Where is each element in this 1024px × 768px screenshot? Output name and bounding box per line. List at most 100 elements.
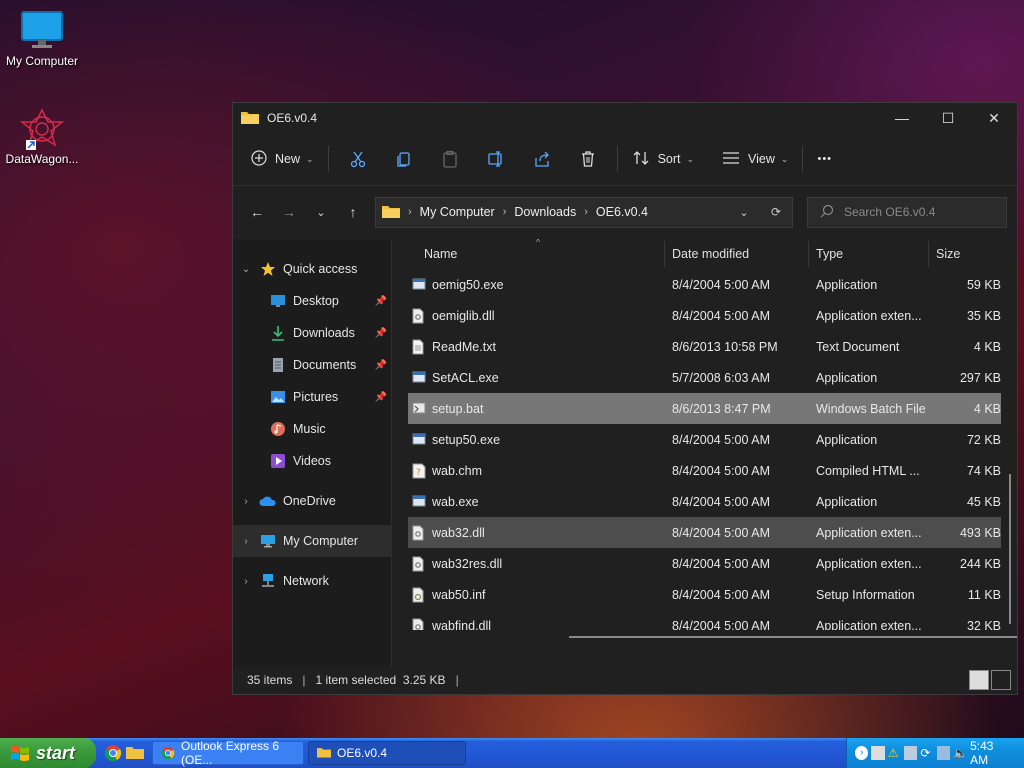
pin-icon[interactable]: 📌: [375, 296, 387, 307]
desktop-icon: [269, 292, 287, 310]
display-icon[interactable]: [936, 746, 951, 760]
sidebar-item-onedrive[interactable]: › OneDrive: [233, 485, 391, 517]
breadcrumb-my-computer[interactable]: My Computer: [420, 205, 495, 219]
network-status-icon[interactable]: [871, 746, 885, 760]
title-bar[interactable]: OE6.v0.4 — ☐ ✕: [233, 103, 1017, 133]
chevron-down-icon[interactable]: ⌄: [233, 264, 259, 275]
dll-icon: [412, 308, 426, 324]
file-type: Application: [816, 370, 878, 385]
back-arrow-icon[interactable]: ←: [241, 196, 273, 228]
vertical-scrollbar[interactable]: [1009, 474, 1011, 624]
table-row[interactable]: ReadMe.txt 8/6/2013 10:58 PM Text Document…: [408, 331, 1001, 362]
column-header-size[interactable]: Size: [936, 247, 960, 261]
start-button[interactable]: start: [0, 738, 96, 768]
sidebar-item-documents[interactable]: Documents 📌: [233, 349, 391, 381]
breadcrumb-downloads[interactable]: Downloads: [514, 205, 576, 219]
taskbar-item-outlook-express[interactable]: Outlook Express 6 (OE...: [152, 739, 304, 767]
pin-icon[interactable]: 📌: [375, 328, 387, 339]
breadcrumb-current-folder[interactable]: OE6.v0.4: [596, 205, 648, 219]
column-header-name[interactable]: Name: [424, 247, 457, 261]
column-divider[interactable]: [928, 241, 929, 267]
sidebar-item-label: Network: [283, 574, 329, 588]
show-hidden-icons-chevron-icon[interactable]: ›: [855, 746, 869, 760]
table-row[interactable]: setup50.exe 8/4/2004 5:00 AM Application 72…: [408, 424, 1001, 455]
address-bar[interactable]: › My Computer › Downloads › OE6.v0.4 ⌄ ⟳: [375, 196, 793, 228]
chevron-right-icon[interactable]: ›: [233, 576, 259, 587]
sidebar-item-quick-access[interactable]: ⌄ Quick access: [233, 253, 391, 285]
desktop-icon-my-computer[interactable]: My Computer: [0, 10, 84, 68]
table-row[interactable]: oemig50.exe 8/4/2004 5:00 AM Application 59…: [408, 269, 1001, 300]
folder-icon[interactable]: [126, 744, 144, 762]
search-box[interactable]: Search OE6.v0.4: [807, 196, 1007, 228]
table-row[interactable]: oemiglib.dll 8/4/2004 5:00 AM Application …: [408, 300, 1001, 331]
file-size: 4 KB: [973, 339, 1001, 354]
column-header-type[interactable]: Type: [816, 247, 843, 261]
share-icon[interactable]: [526, 143, 558, 175]
pin-icon[interactable]: 📌: [375, 392, 387, 403]
details-view-icon[interactable]: [969, 670, 989, 690]
table-row[interactable]: setup.bat 8/6/2013 8:47 PM Windows Batch F…: [408, 393, 1001, 424]
large-icons-view-icon[interactable]: [991, 670, 1011, 690]
quick-launch: [104, 744, 148, 762]
table-row[interactable]: wab32.dll 8/4/2004 5:00 AM Application ext…: [408, 517, 1001, 548]
refresh-icon[interactable]: ⟳: [760, 205, 792, 219]
cut-icon[interactable]: [342, 143, 374, 175]
maximize-button[interactable]: ☐: [925, 103, 971, 133]
table-row[interactable]: wab50.inf 8/4/2004 5:00 AM Setup Informati…: [408, 579, 1001, 610]
sidebar-item-network[interactable]: › Network: [233, 565, 391, 597]
desktop-icon-datawagon[interactable]: DataWagon...: [0, 108, 84, 166]
file-size: 59 KB: [966, 277, 1001, 292]
taskbar-item-explorer[interactable]: OE6.v0.4: [308, 741, 466, 765]
horizontal-scrollbar[interactable]: [569, 636, 1017, 638]
sidebar-item-label: Documents: [293, 358, 357, 372]
forward-arrow-icon[interactable]: →: [273, 196, 305, 228]
table-row[interactable]: wab32res.dll 8/4/2004 5:00 AM Application …: [408, 548, 1001, 579]
sidebar-item-videos[interactable]: Videos: [233, 445, 391, 477]
address-dropdown-chevron-icon[interactable]: ⌄: [728, 206, 760, 219]
wireless-icon[interactable]: [904, 746, 918, 760]
table-row[interactable]: SetACL.exe 5/7/2008 6:03 AM Application 297…: [408, 362, 1001, 393]
file-name: wabfind.dll: [432, 618, 492, 631]
chevron-right-icon[interactable]: ›: [233, 496, 259, 507]
sync-icon[interactable]: ⟳: [920, 746, 933, 760]
more-options-button[interactable]: •••: [809, 143, 840, 175]
table-row[interactable]: ? wab.chm 8/4/2004 5:00 AM Compiled HTML ..…: [408, 455, 1001, 486]
close-button[interactable]: ✕: [971, 103, 1017, 133]
view-button[interactable]: View ⌄: [714, 143, 796, 175]
copy-icon[interactable]: [388, 143, 420, 175]
network-icon: [259, 572, 277, 590]
folder-icon: [317, 746, 331, 760]
toolbar-divider: [616, 146, 618, 172]
sort-button[interactable]: Sort ⌄: [624, 143, 702, 175]
column-headers: Name ^ Date modified Type Size: [392, 239, 1017, 269]
recent-locations-chevron-icon[interactable]: ⌄: [305, 196, 337, 228]
item-count: 35 items: [247, 673, 293, 687]
file-name: setup.bat: [432, 401, 484, 416]
table-row[interactable]: wabfind.dll 8/4/2004 5:00 AM Application e…: [408, 610, 1001, 630]
chevron-right-icon[interactable]: ›: [233, 536, 259, 547]
new-button[interactable]: New ⌄: [243, 143, 322, 175]
folder-icon: [241, 110, 259, 127]
sidebar-item-music[interactable]: Music: [233, 413, 391, 445]
sidebar-item-downloads[interactable]: Downloads 📌: [233, 317, 391, 349]
sidebar-item-my-computer[interactable]: › My Computer: [233, 525, 391, 557]
table-row[interactable]: wab.exe 8/4/2004 5:00 AM Application 45 KB: [408, 486, 1001, 517]
paste-icon[interactable]: [434, 143, 466, 175]
column-divider[interactable]: [664, 241, 665, 267]
up-arrow-icon[interactable]: ↑: [337, 196, 369, 228]
windows-logo-icon: [10, 744, 30, 762]
rename-icon[interactable]: [480, 143, 512, 175]
downloads-icon: [269, 324, 287, 342]
chrome-icon[interactable]: [104, 744, 122, 762]
column-divider[interactable]: [808, 241, 809, 267]
column-header-date[interactable]: Date modified: [672, 247, 749, 261]
minimize-button[interactable]: —: [879, 103, 925, 133]
sidebar-item-desktop[interactable]: Desktop 📌: [233, 285, 391, 317]
warning-icon[interactable]: ⚠: [888, 746, 901, 760]
breadcrumb-separator-icon: ›: [584, 206, 588, 218]
volume-icon[interactable]: 🔈: [953, 746, 968, 760]
pin-icon[interactable]: 📌: [375, 360, 387, 371]
start-label: start: [36, 742, 76, 763]
sidebar-item-pictures[interactable]: Pictures 📌: [233, 381, 391, 413]
delete-icon[interactable]: [572, 143, 604, 175]
